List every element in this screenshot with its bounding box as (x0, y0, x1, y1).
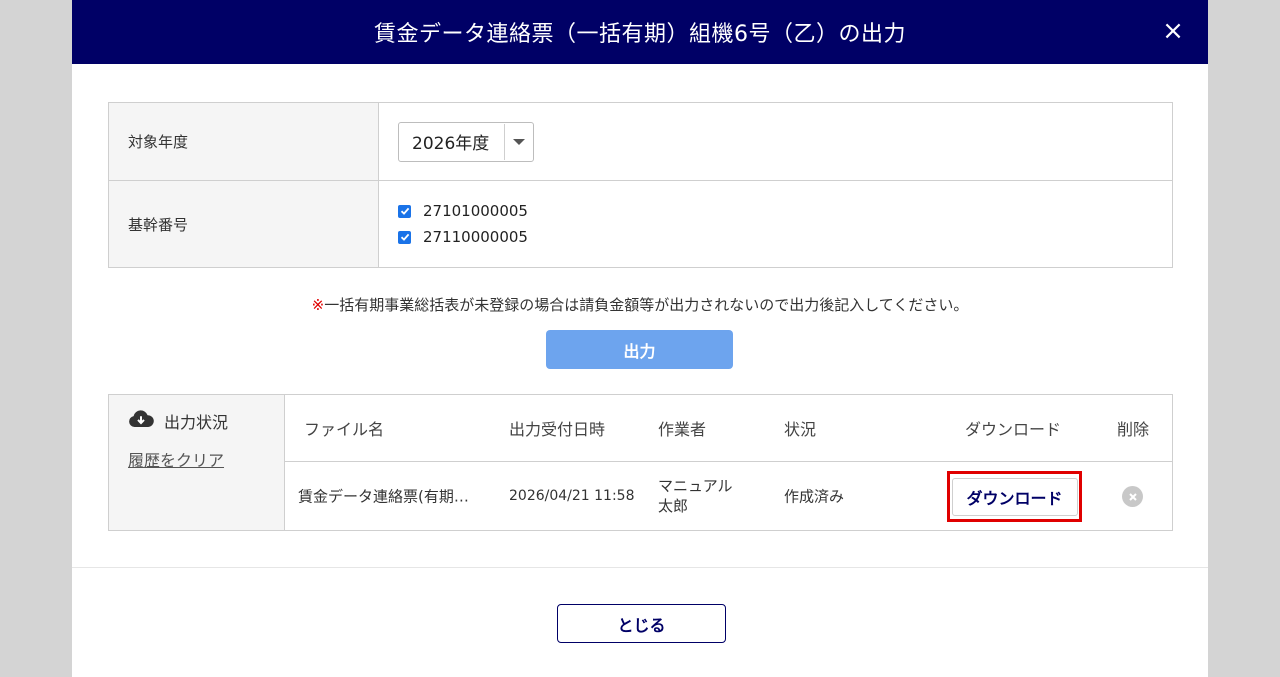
modal-title: 賃金データ連絡票（一括有期）組機6号（乙）の出力 (374, 22, 906, 47)
year-select[interactable]: 2026年度 (398, 121, 534, 162)
code-value-cell: 27101000005 27110000005 (379, 181, 1172, 267)
code-checkbox-item[interactable]: 27101000005 (398, 202, 528, 220)
code-checkbox-label: 27110000005 (423, 228, 528, 246)
delete-circle-icon[interactable] (1122, 486, 1143, 507)
status-title: 出力状況 (128, 409, 284, 433)
close-button[interactable]: とじる (557, 604, 726, 643)
table-row: 賃金データ連絡票(有期… 2026/04/21 11:58 マニュアル 太郎 作… (285, 462, 1172, 530)
form-table: 対象年度 2026年度 基幹番号 27101000005 27110000005 (108, 102, 1173, 268)
year-value-cell: 2026年度 (379, 103, 1172, 180)
row-date: 2026/04/21 11:58 (509, 488, 635, 504)
col-worker: 作業者 (658, 420, 707, 439)
code-checkbox-label: 27101000005 (423, 202, 528, 220)
code-checklist: 27101000005 27110000005 (398, 202, 528, 246)
col-download: ダウンロード (965, 420, 1062, 439)
download-button[interactable]: ダウンロード (951, 477, 1078, 516)
col-file-name: ファイル名 (304, 420, 385, 439)
row-file-name: 賃金データ連絡票(有期… (298, 487, 469, 506)
row-worker-line1: マニュアル (658, 477, 733, 495)
col-state: 状況 (784, 420, 817, 439)
row-worker: マニュアル 太郎 (658, 476, 733, 516)
year-label: 対象年度 (109, 103, 379, 180)
code-checkbox-item[interactable]: 27110000005 (398, 228, 528, 246)
col-date: 出力受付日時 (509, 420, 606, 439)
download-highlight: ダウンロード (947, 471, 1082, 522)
output-status-panel: 出力状況 履歴をクリア ファイル名 出力受付日時 作業者 状況 ダウンロード 削… (108, 394, 1173, 531)
col-delete: 削除 (1117, 420, 1150, 439)
output-button[interactable]: 出力 (546, 330, 733, 369)
checkbox-checked-icon[interactable] (398, 204, 411, 218)
row-state: 作成済み (784, 487, 845, 506)
code-label: 基幹番号 (109, 181, 379, 267)
year-row: 対象年度 2026年度 (109, 103, 1172, 181)
row-worker-line2: 太郎 (658, 497, 689, 515)
export-modal: 賃金データ連絡票（一括有期）組機6号（乙）の出力 × 対象年度 2026年度 基… (72, 0, 1208, 677)
modal-header: 賃金データ連絡票（一括有期）組機6号（乙）の出力 × (72, 0, 1208, 64)
checkbox-checked-icon[interactable] (398, 230, 411, 244)
cloud-download-icon (128, 409, 154, 433)
clear-history-link[interactable]: 履歴をクリア (128, 447, 224, 471)
status-sidebar: 出力状況 履歴をクリア (109, 395, 285, 530)
code-row: 基幹番号 27101000005 27110000005 (109, 181, 1172, 267)
notice-message: 一括有期事業総括表が未登録の場合は請負金額等が出力されないので出力後記入してくだ… (324, 296, 969, 314)
status-title-text: 出力状況 (164, 413, 229, 432)
notice-mark: ※ (311, 296, 325, 314)
dropdown-arrow-icon[interactable] (504, 123, 533, 160)
year-select-value: 2026年度 (412, 134, 490, 154)
close-icon[interactable]: × (1156, 14, 1190, 48)
notice-text: ※一括有期事業総括表が未登録の場合は請負金額等が出力されないので出力後記入してく… (72, 294, 1208, 315)
footer-divider (72, 567, 1208, 568)
status-table-header: ファイル名 出力受付日時 作業者 状況 ダウンロード 削除 (285, 395, 1172, 462)
status-table: ファイル名 出力受付日時 作業者 状況 ダウンロード 削除 賃金データ連絡票(有… (285, 395, 1172, 530)
